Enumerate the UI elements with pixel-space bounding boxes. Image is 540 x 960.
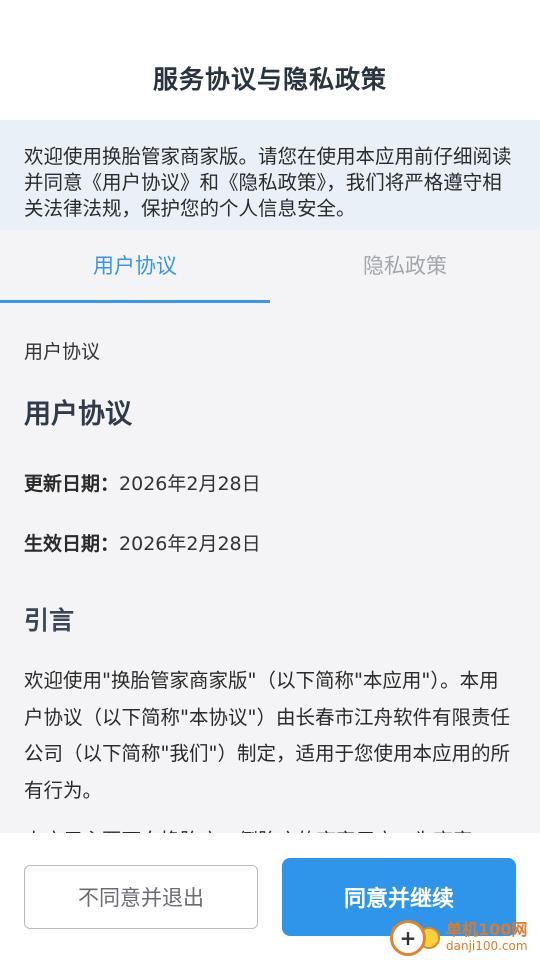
decline-button[interactable]: 不同意并退出 — [24, 865, 258, 929]
agreement-content[interactable]: 用户协议 用户协议 更新日期：2026年2月28日 生效日期：2026年2月28… — [0, 303, 540, 833]
page-header: 服务协议与隐私政策 — [0, 0, 540, 120]
tab-bar: 用户协议 隐私政策 — [0, 230, 540, 303]
page-title: 服务协议与隐私政策 — [152, 65, 387, 94]
effective-date-value: 2026年2月28日 — [119, 533, 261, 555]
content-heading: 用户协议 — [24, 399, 132, 430]
tab-user-agreement[interactable]: 用户协议 — [0, 230, 270, 303]
effective-date: 生效日期：2026年2月28日 — [24, 529, 516, 556]
watermark-text: 单机100网 danji100.com — [446, 921, 528, 955]
watermark-name: 单机100网 — [446, 919, 528, 939]
notice-banner: 欢迎使用换胎管家商家版。请您在使用本应用前仔细阅读并同意《用户协议》和《隐私政策… — [0, 120, 540, 230]
update-date-label: 更新日期： — [24, 473, 120, 495]
content-breadcrumb: 用户协议 — [24, 341, 101, 363]
watermark-url: danji100.com — [446, 938, 528, 953]
section-title: 引言 — [24, 606, 75, 635]
intro-paragraph: 欢迎使用"换胎管家商家版"（以下简称"本应用"）。本用户协议（以下简称"本协议"… — [24, 669, 510, 802]
site-watermark: + 单机100网 danji100.com — [390, 915, 540, 960]
tab-privacy-policy[interactable]: 隐私政策 — [270, 230, 540, 303]
second-paragraph: 本应用主要面向换胎店、倒胎店的商家用户，为商家 — [24, 823, 516, 833]
update-date-value: 2026年2月28日 — [119, 473, 261, 495]
plus-logo-icon: + — [390, 919, 426, 956]
effective-date-label: 生效日期： — [24, 533, 120, 555]
agreement-page: 服务协议与隐私政策 欢迎使用换胎管家商家版。请您在使用本应用前仔细阅读并同意《用… — [0, 0, 540, 960]
update-date: 更新日期：2026年2月28日 — [24, 469, 516, 496]
